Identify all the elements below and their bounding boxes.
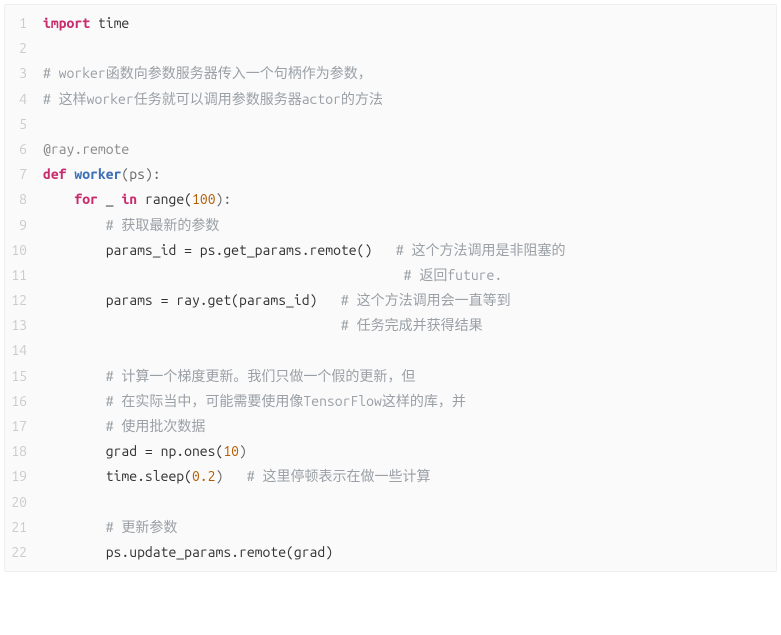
token-funcname: worker — [74, 166, 121, 182]
line-number: 6 — [5, 137, 33, 162]
token-comment: # 更新参数 — [106, 519, 178, 535]
token-ident — [43, 317, 341, 333]
line-number: 8 — [5, 187, 33, 212]
token-ident — [43, 519, 106, 535]
line-number-gutter: 12345678910111213141516171819202122 — [5, 5, 33, 571]
token-ident: grad = np.ones( — [43, 443, 223, 459]
line-number: 4 — [5, 87, 33, 112]
code-line: # 这样worker任务就可以调用参数服务器actor的方法 — [43, 87, 766, 112]
token-punct: ) — [216, 468, 247, 484]
line-number: 14 — [5, 338, 33, 363]
token-number: 10 — [223, 443, 239, 459]
code-line: # 在实际当中，可能需要使用像TensorFlow这样的库，并 — [43, 389, 766, 414]
token-ident: range( — [137, 191, 192, 207]
line-number: 21 — [5, 515, 33, 540]
token-keyword: def — [43, 166, 67, 182]
line-number: 5 — [5, 112, 33, 137]
code-line: def worker(ps): — [43, 162, 766, 187]
line-number: 9 — [5, 213, 33, 238]
token-ident — [43, 217, 106, 233]
code-line: # 返回future. — [43, 263, 766, 288]
line-number: 2 — [5, 36, 33, 61]
token-keyword: in — [121, 191, 137, 207]
line-number: 11 — [5, 263, 33, 288]
token-comment: # 任务完成并获得结果 — [341, 317, 483, 333]
line-number: 18 — [5, 439, 33, 464]
code-line: grad = np.ones(10) — [43, 439, 766, 464]
token-comment: # worker函数向参数服务器传入一个句柄作为参数， — [43, 65, 372, 81]
code-line: @ray.remote — [43, 137, 766, 162]
code-line — [43, 36, 766, 61]
token-comment: # 在实际当中，可能需要使用像TensorFlow这样的库，并 — [106, 393, 466, 409]
code-line: params_id = ps.get_params.remote() # 这个方… — [43, 238, 766, 263]
token-ident — [43, 368, 106, 384]
line-number: 15 — [5, 364, 33, 389]
line-number: 13 — [5, 313, 33, 338]
token-number: 100 — [192, 191, 216, 207]
code-line: # 更新参数 — [43, 515, 766, 540]
token-ident: time.sleep( — [43, 468, 192, 484]
code-line: import time — [43, 11, 766, 36]
line-number: 10 — [5, 238, 33, 263]
token-decorator: @ray.remote — [43, 141, 129, 157]
line-number: 7 — [5, 162, 33, 187]
token-comment: # 使用批次数据 — [106, 418, 206, 434]
token-ident: time — [90, 15, 129, 31]
token-ident: params = ray.get(params_id) — [43, 292, 341, 308]
code-line: params = ray.get(params_id) # 这个方法调用会一直等… — [43, 288, 766, 313]
line-number: 22 — [5, 540, 33, 565]
token-comment: # 计算一个梯度更新。我们只做一个假的更新，但 — [106, 368, 416, 384]
token-number: 0.2 — [192, 468, 216, 484]
token-comment: # 这里停顿表示在做一些计算 — [247, 468, 431, 484]
code-line — [43, 490, 766, 515]
code-line — [43, 112, 766, 137]
line-number: 19 — [5, 464, 33, 489]
token-ident — [43, 418, 106, 434]
code-line: # 计算一个梯度更新。我们只做一个假的更新，但 — [43, 364, 766, 389]
line-number: 12 — [5, 288, 33, 313]
token-ident: params_id = ps.get_params.remote() — [43, 242, 396, 258]
token-comment: # 获取最新的参数 — [106, 217, 220, 233]
token-keyword: import — [43, 15, 90, 31]
code-line: # 任务完成并获得结果 — [43, 313, 766, 338]
code-line: # worker函数向参数服务器传入一个句柄作为参数， — [43, 61, 766, 86]
code-line: time.sleep(0.2) # 这里停顿表示在做一些计算 — [43, 464, 766, 489]
token-comment: # 返回future. — [404, 267, 503, 283]
line-number: 17 — [5, 414, 33, 439]
token-punct: ): — [216, 191, 232, 207]
code-line: # 获取最新的参数 — [43, 213, 766, 238]
token-comment: # 这样worker任务就可以调用参数服务器actor的方法 — [43, 91, 383, 107]
code-line: for _ in range(100): — [43, 187, 766, 212]
token-keyword: for — [74, 191, 98, 207]
token-ident — [43, 267, 404, 283]
line-number: 16 — [5, 389, 33, 414]
code-block: 12345678910111213141516171819202122 impo… — [4, 4, 777, 572]
token-ident — [43, 191, 74, 207]
line-number: 3 — [5, 61, 33, 86]
token-punct: (ps): — [121, 166, 160, 182]
token-ident: _ — [98, 191, 122, 207]
token-comment: # 这个方法调用是非阻塞的 — [396, 242, 566, 258]
token-comment: # 这个方法调用会一直等到 — [341, 292, 511, 308]
code-content[interactable]: import time # worker函数向参数服务器传入一个句柄作为参数， #… — [33, 5, 776, 571]
line-number: 1 — [5, 11, 33, 36]
code-line — [43, 338, 766, 363]
token-punct: ) — [239, 443, 247, 459]
code-line: ps.update_params.remote(grad) — [43, 540, 766, 565]
line-number: 20 — [5, 490, 33, 515]
token-ident — [43, 393, 106, 409]
token-ident: ps.update_params.remote(grad) — [43, 544, 333, 560]
code-line: # 使用批次数据 — [43, 414, 766, 439]
